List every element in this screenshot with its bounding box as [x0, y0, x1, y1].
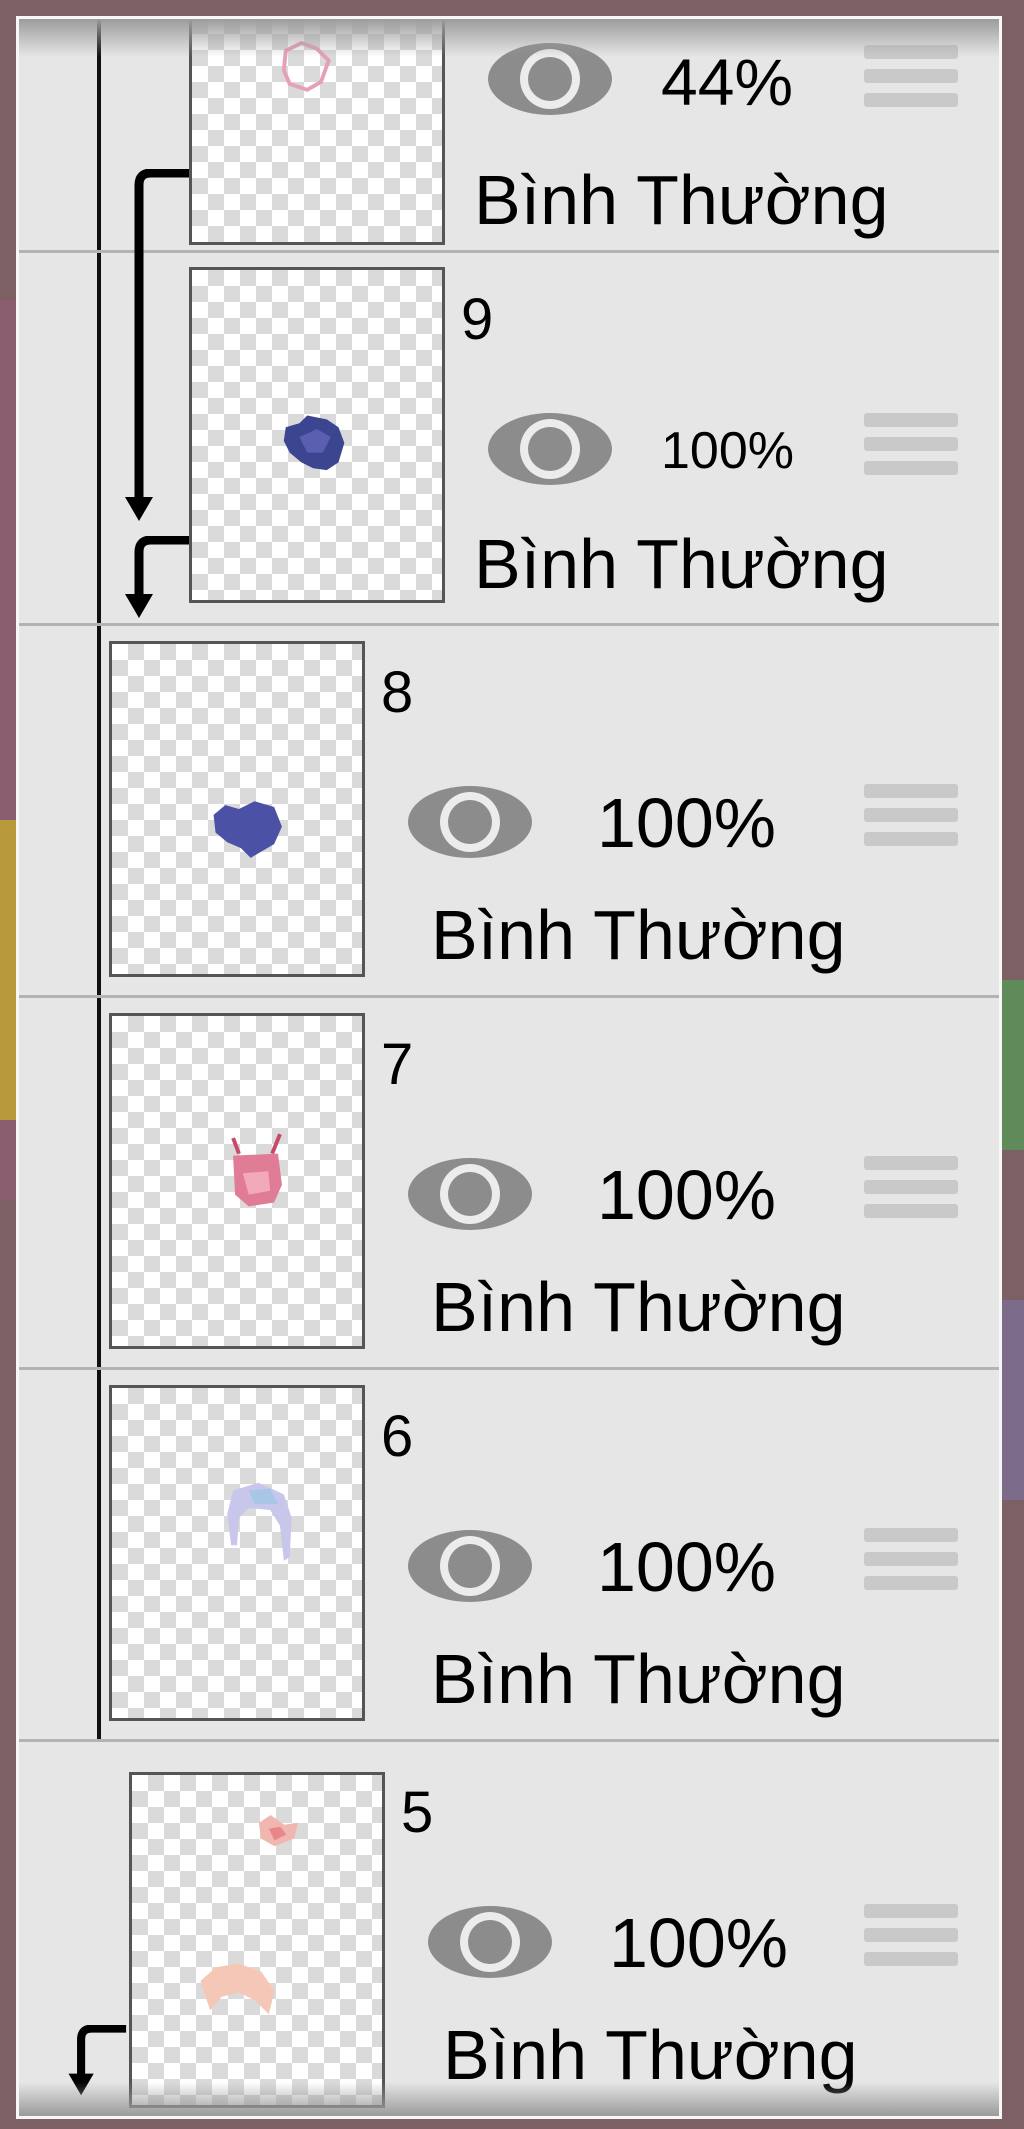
layer-row[interactable]: 6 100% Bình Thường	[19, 1370, 999, 1742]
eye-icon[interactable]	[484, 39, 616, 119]
drag-handle-icon[interactable]	[864, 1904, 958, 1966]
blend-mode[interactable]: Bình Thường	[474, 165, 889, 235]
layer-number: 9	[461, 287, 494, 352]
blend-mode[interactable]: Bình Thường	[431, 1644, 846, 1714]
layer-opacity[interactable]: 100%	[597, 788, 776, 858]
thumbnail-artwork	[213, 801, 282, 858]
drag-handle-icon[interactable]	[864, 45, 958, 107]
layer-thumbnail[interactable]	[189, 267, 445, 603]
clipping-arrow-icon	[125, 536, 189, 618]
layer-opacity[interactable]: 100%	[609, 1908, 788, 1978]
thumbnail-artwork	[283, 415, 345, 471]
blend-mode[interactable]: Bình Thường	[443, 2020, 858, 2090]
eye-icon[interactable]	[424, 1902, 556, 1982]
blend-mode[interactable]: Bình Thường	[431, 1272, 846, 1342]
drag-handle-icon[interactable]	[864, 784, 958, 846]
layer-number: 8	[381, 660, 414, 725]
layer-opacity[interactable]: 100%	[661, 425, 794, 477]
layer-thumbnail[interactable]	[129, 1772, 385, 2108]
layer-number: 6	[381, 1404, 414, 1469]
thumbnail-artwork	[200, 1815, 299, 2015]
thumbnail-artwork	[231, 1133, 282, 1207]
layer-opacity[interactable]: 44%	[661, 49, 793, 115]
thumbnail-artwork	[227, 1482, 292, 1561]
drag-handle-icon[interactable]	[864, 1528, 958, 1590]
blend-mode[interactable]: Bình Thường	[474, 529, 889, 599]
clipping-arrow-icon	[125, 169, 189, 521]
blend-mode[interactable]: Bình Thường	[431, 900, 846, 970]
eye-icon[interactable]	[404, 1154, 536, 1234]
layer-thumbnail[interactable]	[109, 1013, 365, 1349]
layers-panel[interactable]: 44% Bình Thường 9 100% Bình Thường 8 100…	[16, 16, 1002, 2119]
drag-handle-icon[interactable]	[864, 413, 958, 475]
clipping-arrow-icon	[68, 2025, 127, 2096]
layer-row[interactable]: 5 100% Bình Thường	[19, 1742, 999, 2116]
eye-icon[interactable]	[404, 782, 536, 862]
eye-icon[interactable]	[404, 1526, 536, 1606]
layer-number: 5	[401, 1780, 434, 1845]
layer-thumbnail[interactable]	[189, 19, 445, 245]
layer-opacity[interactable]: 100%	[597, 1160, 776, 1230]
layer-thumbnail[interactable]	[109, 1385, 365, 1721]
layer-thumbnail[interactable]	[109, 641, 365, 977]
layer-opacity[interactable]: 100%	[597, 1532, 776, 1602]
layer-row[interactable]: 8 100% Bình Thường	[19, 626, 999, 998]
thumbnail-artwork	[281, 40, 331, 92]
drag-handle-icon[interactable]	[864, 1156, 958, 1218]
layer-number: 7	[381, 1032, 414, 1097]
eye-icon[interactable]	[484, 409, 616, 489]
layer-row[interactable]: 7 100% Bình Thường	[19, 998, 999, 1370]
